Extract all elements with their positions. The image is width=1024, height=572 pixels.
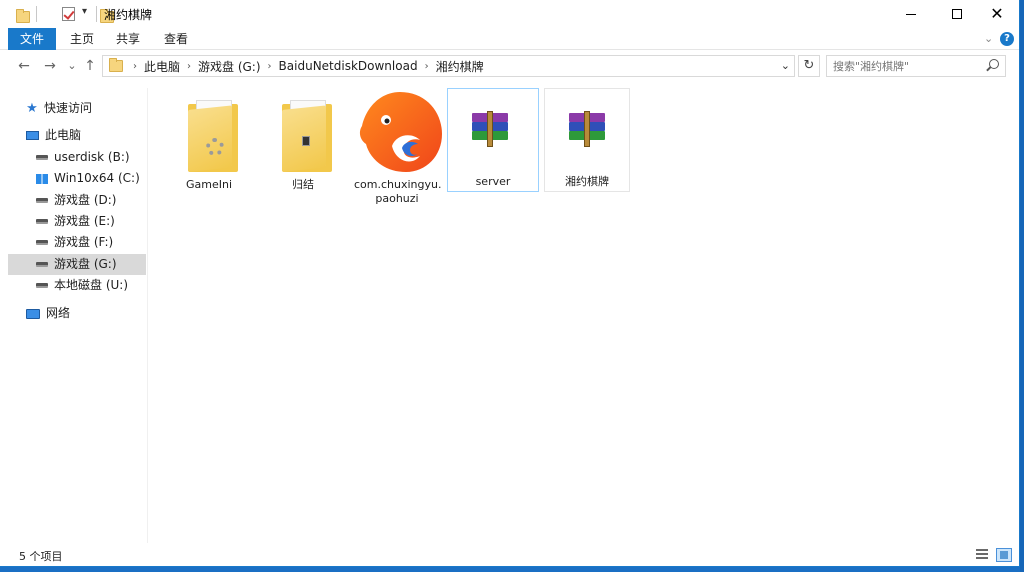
file-item-gameini[interactable]: GameIni (166, 88, 252, 198)
file-name: 归结 (292, 178, 314, 191)
drive-icon (36, 155, 48, 160)
refresh-button[interactable]: ↻ (798, 55, 820, 77)
sidebar-item-drive-e[interactable]: 游戏盘 (E:) (8, 211, 146, 232)
sidebar-item-label: 游戏盘 (F:) (54, 235, 114, 249)
breadcrumb-current-folder[interactable]: 湘约棋牌 (433, 58, 487, 75)
properties-icon[interactable] (61, 7, 75, 21)
sidebar-item-label: Win10x64 (C:) (54, 171, 140, 185)
drive-icon (36, 240, 48, 245)
title-bar: ▾ 湘约棋牌 ✕ (0, 0, 1019, 28)
sidebar-item-drive-b[interactable]: userdisk (B:) (8, 147, 146, 168)
windows-drive-icon (36, 173, 48, 184)
ribbon-tabs: 文件 主页 共享 查看 ⌄ ? (0, 28, 1019, 50)
tab-file[interactable]: 文件 (8, 28, 56, 50)
sidebar-item-label: 本地磁盘 (U:) (54, 278, 129, 292)
divider (96, 6, 97, 22)
app-fish-icon (359, 92, 442, 172)
sidebar-item-label: 此电脑 (45, 128, 82, 142)
file-name-line1: com.chuxingyu. (354, 178, 442, 191)
sidebar-item-label: 游戏盘 (G:) (54, 257, 117, 271)
close-button[interactable]: ✕ (974, 0, 1020, 28)
file-name: server (475, 175, 511, 188)
up-button[interactable]: ↑ (80, 56, 100, 76)
rar-archive-icon (565, 111, 609, 147)
file-item-rar[interactable]: 湘约棋牌 (544, 88, 630, 192)
help-icon[interactable]: ? (1000, 32, 1014, 46)
gear-icon (206, 138, 224, 156)
maximize-icon (952, 9, 962, 19)
drive-icon (36, 283, 48, 288)
network-icon (26, 308, 40, 319)
details-view-icon[interactable] (976, 549, 988, 560)
item-count: 5 个项目 (19, 550, 63, 563)
address-bar[interactable]: › 此电脑 › 游戏盘 (G:) › BaiduNetdiskDownload … (102, 55, 795, 77)
breadcrumb-separator[interactable]: › (421, 61, 433, 72)
search-box[interactable] (826, 55, 1006, 77)
file-name: GameIni (185, 178, 233, 191)
search-icon[interactable] (989, 59, 999, 69)
document-icon (302, 136, 310, 146)
sidebar-item-label: 游戏盘 (D:) (54, 193, 117, 207)
sidebar-item-label: userdisk (B:) (54, 150, 130, 164)
sidebar-item-label: 游戏盘 (E:) (54, 214, 115, 228)
expand-ribbon-icon[interactable]: ⌄ (984, 32, 993, 45)
drive-icon (36, 262, 48, 267)
breadcrumb-baidunetdiskdownload[interactable]: BaiduNetdiskDownload (276, 59, 421, 73)
window-title: 湘约棋牌 (104, 8, 153, 22)
navigation-pane: ★ 快速访问 此电脑 userdisk (B:) Win10x64 (C:) 游… (0, 88, 148, 543)
sidebar-item-drive-f[interactable]: 游戏盘 (F:) (8, 232, 146, 253)
file-item-folder[interactable]: 归结 (260, 88, 346, 198)
breadcrumb-drive-g[interactable]: 游戏盘 (G:) (195, 58, 264, 75)
star-icon: ★ (26, 101, 38, 116)
drive-icon (36, 198, 48, 203)
file-list: GameIni 归结 com.chuxingyu. paohuzi server… (150, 82, 1006, 542)
file-item-app[interactable]: com.chuxingyu. paohuzi (354, 88, 442, 208)
search-input[interactable] (827, 56, 977, 76)
breadcrumb-this-pc[interactable]: 此电脑 (141, 58, 183, 75)
folder-icon (16, 9, 30, 23)
customize-toolbar-chevron-icon[interactable]: ▾ (82, 6, 87, 22)
status-bar: 5 个项目 (0, 543, 1019, 567)
tab-share[interactable]: 共享 (104, 28, 152, 50)
breadcrumb-separator[interactable]: › (264, 61, 276, 72)
sidebar-item-label: 网络 (46, 306, 71, 320)
sidebar-item-drive-g[interactable]: 游戏盘 (G:) (8, 254, 146, 275)
divider (36, 6, 37, 22)
sidebar-item-drive-d[interactable]: 游戏盘 (D:) (8, 190, 146, 211)
minimize-button[interactable] (888, 0, 934, 28)
sidebar-item-drive-c[interactable]: Win10x64 (C:) (8, 168, 146, 189)
tab-home[interactable]: 主页 (58, 28, 106, 50)
sidebar-item-this-pc[interactable]: 此电脑 (24, 125, 144, 146)
file-name: 湘约棋牌 (565, 175, 609, 188)
breadcrumb-separator: › (133, 60, 137, 72)
explorer-window: ▾ 湘约棋牌 ✕ 文件 主页 共享 查看 ⌄ ? ← → ⌄ ↑ › 此电脑 ›… (0, 0, 1020, 567)
breadcrumb-separator[interactable]: › (183, 61, 195, 72)
sidebar-item-network[interactable]: 网络 (24, 303, 144, 324)
tab-view[interactable]: 查看 (152, 28, 200, 50)
sidebar-item-quick-access[interactable]: ★ 快速访问 (24, 98, 144, 119)
large-icons-view-icon[interactable] (996, 548, 1012, 562)
file-name-line2: paohuzi (375, 192, 419, 205)
rar-archive-icon (468, 111, 512, 147)
folder-icon (188, 100, 238, 172)
sidebar-item-drive-u[interactable]: 本地磁盘 (U:) (8, 275, 146, 296)
folder-icon (282, 100, 332, 172)
minimize-icon (906, 13, 916, 15)
close-icon: ✕ (990, 4, 1004, 23)
forward-button[interactable]: → (40, 56, 60, 76)
desktop-background (1020, 0, 1024, 572)
sidebar-item-label: 快速访问 (44, 101, 93, 115)
file-item-server[interactable]: server (447, 88, 539, 192)
recent-locations-button[interactable]: ⌄ (62, 56, 82, 76)
back-button[interactable]: ← (14, 56, 34, 76)
address-dropdown-icon[interactable]: ⌄ (781, 56, 790, 76)
drive-icon (36, 219, 48, 224)
navigation-bar: ← → ⌄ ↑ › 此电脑 › 游戏盘 (G:) › BaiduNetdiskD… (0, 52, 1019, 80)
computer-icon (26, 131, 39, 140)
folder-icon (109, 58, 123, 72)
